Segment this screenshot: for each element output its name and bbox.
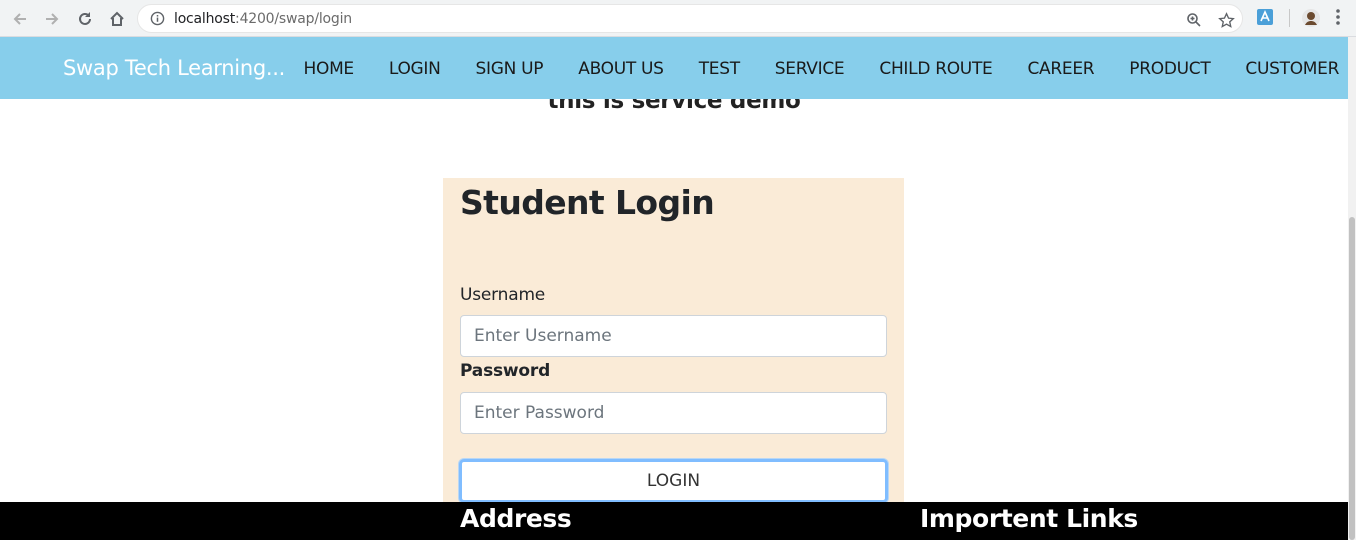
nav-service[interactable]: SERVICE (757, 59, 862, 79)
footer-address-heading: Address (460, 504, 572, 533)
username-input[interactable] (460, 315, 887, 357)
app-navbar: Swap Tech Learning... HOME LOGIN SIGN UP… (0, 37, 1348, 99)
url-path: :4200/swap/login (235, 11, 352, 27)
url-host: localhost (174, 11, 236, 27)
home-icon[interactable] (105, 7, 129, 31)
nav-login[interactable]: LOGIN (371, 59, 458, 79)
star-icon[interactable] (1217, 11, 1235, 29)
forward-arrow-icon[interactable] (40, 7, 64, 31)
toolbar-divider (1289, 9, 1290, 27)
reload-icon[interactable] (73, 7, 97, 31)
browser-toolbar: localhost:4200/swap/login (0, 0, 1356, 37)
zoom-icon[interactable] (1185, 11, 1203, 29)
nav-home[interactable]: HOME (286, 59, 371, 79)
nav-about-us[interactable]: ABOUT US (561, 59, 681, 79)
nav-sign-up[interactable]: SIGN UP (458, 59, 561, 79)
url-text: localhost:4200/swap/login (174, 11, 352, 27)
nav-product[interactable]: PRODUCT (1112, 59, 1228, 79)
login-card: Student Login Username Password LOGIN (443, 178, 904, 518)
password-input[interactable] (460, 392, 887, 434)
scrollbar-thumb[interactable] (1349, 217, 1355, 540)
extension-icon[interactable] (1256, 8, 1276, 28)
profile-avatar[interactable] (1301, 8, 1321, 28)
login-title: Student Login (460, 183, 715, 222)
footer-links-heading: Importent Links (920, 504, 1138, 533)
page-scrollbar[interactable] (1348, 37, 1356, 540)
nav-customer[interactable]: CUSTOMER (1228, 59, 1356, 79)
nav-child-route[interactable]: CHILD ROUTE (862, 59, 1010, 79)
nav-test[interactable]: TEST (681, 59, 757, 79)
navbar-menu: HOME LOGIN SIGN UP ABOUT US TEST SERVICE… (286, 59, 1356, 79)
nav-career[interactable]: CAREER (1010, 59, 1112, 79)
address-bar[interactable]: localhost:4200/swap/login (137, 4, 1243, 33)
login-button[interactable]: LOGIN (459, 459, 888, 503)
navbar-brand[interactable]: Swap Tech Learning... (63, 56, 285, 80)
username-label: Username (460, 285, 546, 305)
menu-dots-icon[interactable] (1334, 8, 1354, 28)
footer: Address Importent Links (0, 502, 1348, 540)
info-icon[interactable] (150, 11, 165, 31)
password-label: Password (460, 361, 551, 381)
back-arrow-icon[interactable] (8, 7, 32, 31)
